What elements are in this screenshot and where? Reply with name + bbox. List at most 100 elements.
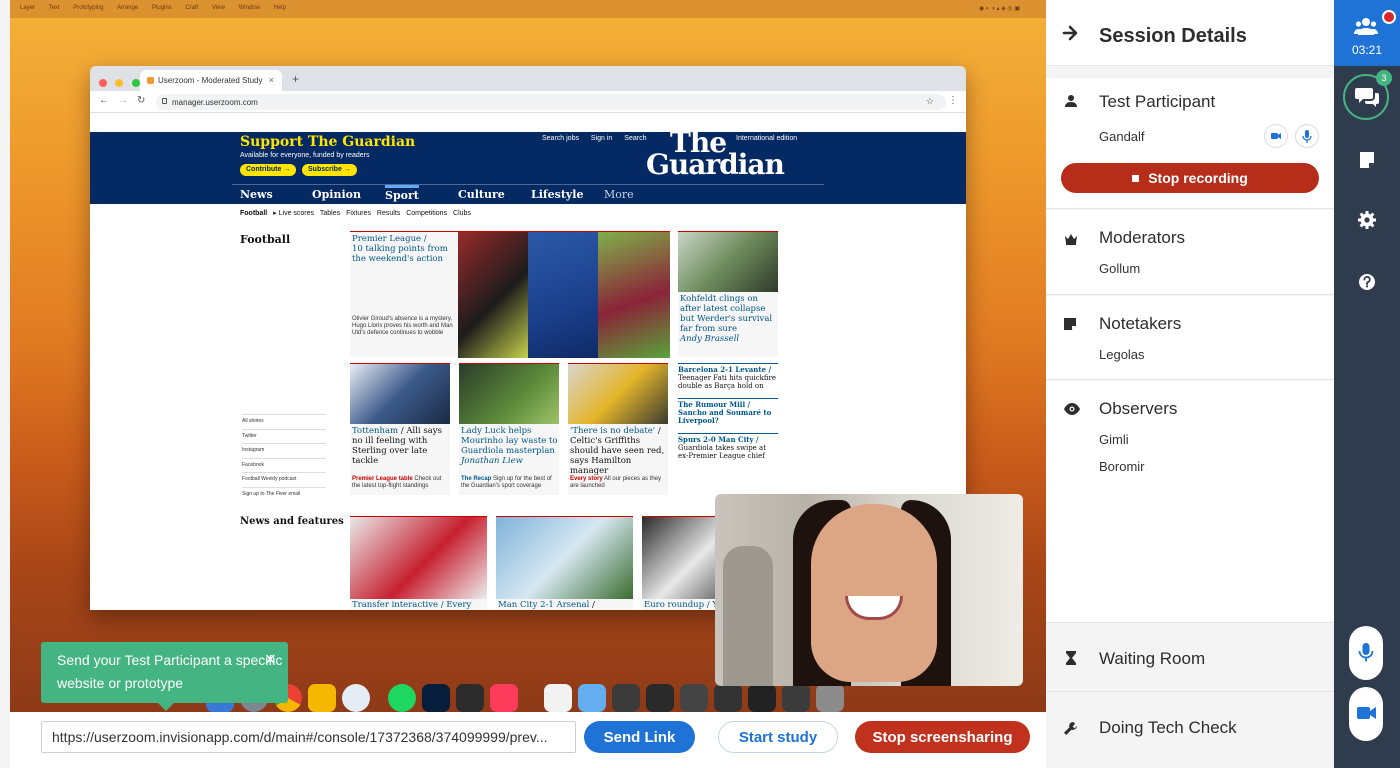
folder-icon[interactable] [578, 684, 606, 712]
nav-lifestyle[interactable]: Lifestyle [531, 188, 584, 201]
euro-story-card[interactable]: Euro roundup / Y [642, 516, 722, 610]
microphone-toggle-button[interactable] [1349, 626, 1383, 680]
celtic-headline: 'There is no debate' / Celtic's Griffith… [570, 426, 668, 476]
tooltip-text: Send your Test Participant a specific we… [57, 652, 283, 691]
recap-link[interactable]: The Recap [461, 476, 491, 482]
guardian-nav: News Opinion Sport Culture Lifestyle Mor… [232, 184, 824, 204]
window-thumbnail-icon[interactable] [714, 684, 742, 712]
stop-recording-button[interactable]: Stop recording [1061, 163, 1319, 193]
search-link[interactable]: Search [624, 135, 646, 142]
browser-tab[interactable]: Userzoom - Moderated Study × [140, 70, 282, 91]
app-root: Layer Text Prototyping Arrange Plugins C… [0, 0, 1400, 768]
window-thumbnail-icon[interactable] [646, 684, 674, 712]
right-story-rumour[interactable]: The Rumour Mill / Sancho and Soumaré to … [678, 398, 778, 425]
window-thumbnail-icon[interactable] [782, 684, 810, 712]
subnav-fixtures[interactable]: Fixtures [346, 210, 371, 217]
moderator-name: Gollum [1099, 261, 1141, 276]
football-sidebar: All stories Twitter Instagram Facebook F… [242, 414, 326, 501]
forward-arrow-icon[interactable]: → [118, 95, 128, 106]
subnav-football[interactable]: Football [240, 210, 267, 217]
sidebar-link[interactable]: Football Weekly podcast [242, 472, 326, 487]
contribute-button[interactable]: Contribute → [240, 164, 297, 176]
window-controls [99, 74, 144, 92]
subnav-competitions[interactable]: Competitions [406, 210, 447, 217]
participant-name: Gandalf [1099, 129, 1145, 144]
sign-in-link[interactable]: Sign in [591, 135, 612, 142]
nav-opinion[interactable]: Opinion [312, 188, 361, 201]
transfer-photo [350, 517, 487, 599]
document-icon[interactable] [544, 684, 572, 712]
address-bar[interactable]: manager.userzoom.com ☆ [156, 94, 946, 110]
lead-story-card[interactable]: Premier League / 10 talking points from … [350, 231, 670, 358]
every-story-link[interactable]: Every story [570, 476, 603, 482]
transfer-story-card[interactable]: Transfer interactive / Every [350, 516, 487, 610]
kohfeldt-story-card[interactable]: Kohfeldt clings on after latest collapse… [678, 231, 778, 357]
new-tab-icon[interactable]: + [292, 72, 299, 86]
support-guardian-title: Support The Guardian [240, 134, 416, 150]
mourinho-photo [459, 364, 559, 424]
menubar-item: Prototyping [73, 5, 104, 11]
subnav-results[interactable]: Results [377, 210, 400, 217]
music-icon[interactable] [490, 684, 518, 712]
stop-screensharing-button[interactable]: Stop screensharing [855, 721, 1030, 753]
sidebar-link[interactable]: Facebook [242, 457, 326, 473]
help-icon[interactable] [1354, 269, 1380, 295]
abstract-icon[interactable] [456, 684, 484, 712]
sidebar-link[interactable]: All stories [242, 414, 326, 429]
section-football: Football [240, 233, 291, 246]
bookmark-star-icon[interactable]: ☆ [926, 96, 934, 107]
prototype-url-input[interactable] [41, 721, 576, 753]
tech-check-section[interactable]: Doing Tech Check [1046, 693, 1334, 768]
minimize-window-icon[interactable] [115, 79, 124, 87]
mourinho-story-card[interactable]: Lady Luck helps Mourinho lay waste to Gu… [459, 363, 559, 495]
settings-gear-icon[interactable] [1354, 207, 1380, 233]
maximize-window-icon[interactable] [131, 79, 140, 87]
celtic-story-card[interactable]: 'There is no debate' / Celtic's Griffith… [568, 363, 668, 495]
participant-camera-icon[interactable] [1264, 124, 1288, 148]
nav-news[interactable]: News [240, 188, 273, 201]
search-jobs-link[interactable]: Search jobs [542, 135, 579, 142]
nav-culture[interactable]: Culture [458, 188, 505, 201]
sidebar-link[interactable]: Twitter [242, 428, 326, 444]
close-window-icon[interactable] [99, 79, 107, 87]
photoshop-icon[interactable] [422, 684, 450, 712]
nav-sport[interactable]: Sport [385, 185, 419, 202]
waiting-room-section[interactable]: Waiting Room [1046, 624, 1334, 692]
guardian-subnav: Football ▸ Live scores Tables Fixtures R… [240, 209, 475, 217]
camera-toggle-button[interactable] [1349, 687, 1383, 741]
table-link[interactable]: Premier League table [352, 476, 413, 482]
mancity-story-card[interactable]: Man City 2-1 Arsenal / Cushing [496, 516, 633, 610]
right-story-barcelona[interactable]: Barcelona 2-1 Levante / Teenager Fati hi… [678, 363, 778, 390]
trash-icon[interactable] [816, 684, 844, 712]
window-thumbnail-icon[interactable] [748, 684, 776, 712]
person-icon [1064, 94, 1078, 113]
sidebar-link[interactable]: Instagram [242, 443, 326, 458]
nav-more[interactable]: More [604, 188, 634, 201]
subnav-clubs[interactable]: Clubs [453, 210, 471, 217]
browser-menu-icon[interactable]: ⋮ [948, 95, 958, 106]
participants-tab[interactable]: 03:21 [1334, 0, 1400, 66]
collapse-arrow-icon[interactable] [1062, 24, 1080, 47]
reload-icon[interactable]: ↻ [137, 95, 145, 106]
start-study-button[interactable]: Start study [718, 721, 838, 753]
right-story-spurs[interactable]: Spurs 2-0 Man City / Guardiola takes swi… [678, 433, 778, 460]
moderators-section: Moderators Gollum [1046, 210, 1334, 295]
back-arrow-icon[interactable]: ← [99, 95, 109, 106]
subnav-tables[interactable]: Tables [320, 210, 340, 217]
sidebar-link[interactable]: Sign up to The Fiver email [242, 486, 326, 502]
window-thumbnail-icon[interactable] [680, 684, 708, 712]
observer-name: Boromir [1099, 459, 1145, 474]
send-link-button[interactable]: Send Link [584, 721, 695, 753]
window-thumbnail-icon[interactable] [612, 684, 640, 712]
spotify-icon[interactable] [388, 684, 416, 712]
subscribe-button[interactable]: Subscribe → [302, 164, 357, 176]
sketch-icon[interactable] [308, 684, 336, 712]
subnav-live-scores[interactable]: ▸ Live scores [273, 210, 314, 217]
close-icon[interactable]: × [264, 650, 276, 670]
dock-app-icon[interactable] [342, 684, 370, 712]
tottenham-story-card[interactable]: Tottenham / Alli says no ill feeling wit… [350, 363, 450, 495]
lock-icon [162, 98, 167, 104]
notes-tab-icon[interactable] [1354, 147, 1380, 173]
close-tab-icon[interactable]: × [269, 75, 274, 85]
participant-microphone-icon[interactable] [1295, 124, 1319, 148]
